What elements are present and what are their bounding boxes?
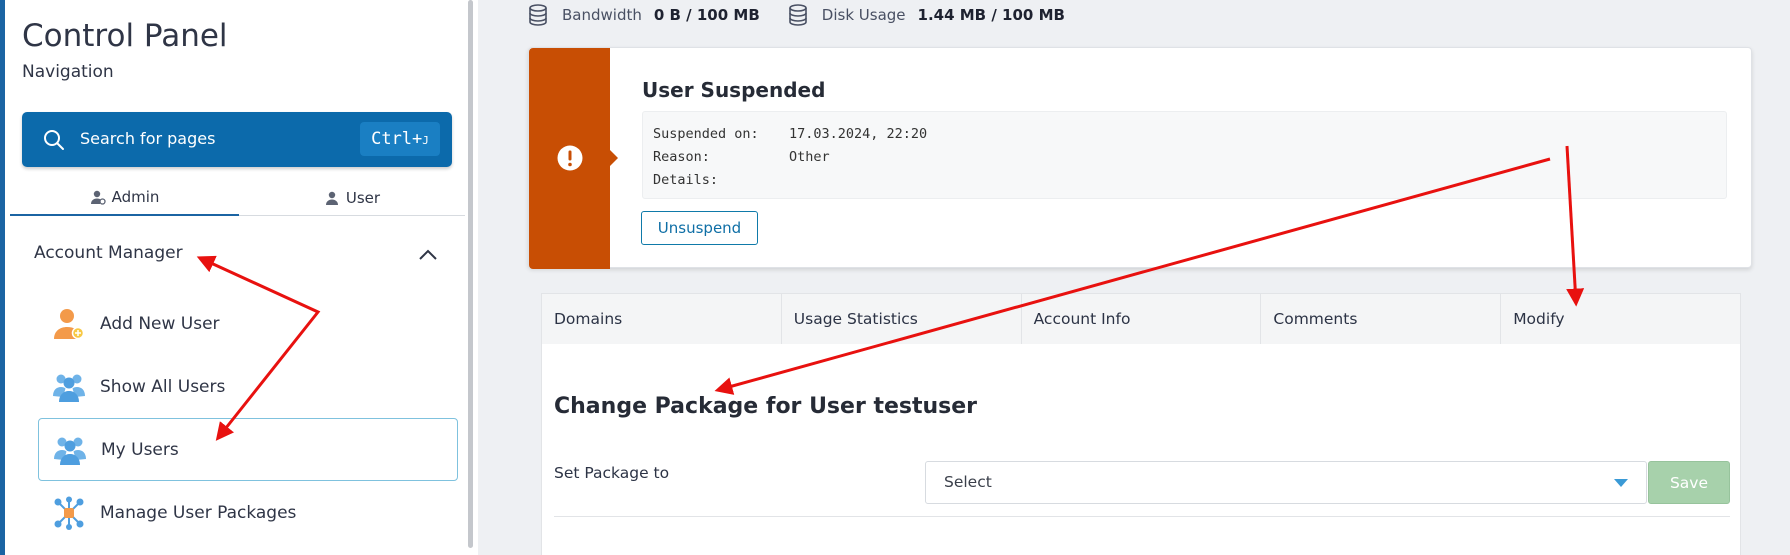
usage-stats-bar: Bandwidth 0 B / 100 MB Disk Usage 1.44 M… (528, 4, 1093, 26)
detail-row: Details: (653, 172, 719, 188)
sidebar: Control Panel Navigation Search for page… (0, 0, 478, 555)
tab-domains[interactable]: Domains (542, 294, 782, 344)
set-package-label: Set Package to (554, 464, 670, 482)
admin-user-icon (90, 190, 106, 205)
app-root: Control Panel Navigation Search for page… (0, 0, 1790, 555)
tab-admin[interactable]: Admin (10, 180, 239, 216)
chevron-up-icon[interactable] (417, 244, 439, 266)
divider (554, 516, 1730, 517)
sidebar-scrollbar[interactable] (468, 0, 473, 548)
bandwidth-label: Bandwidth (562, 6, 642, 24)
tab-admin-label: Admin (111, 188, 160, 206)
sidebar-item-manage-user-packages[interactable]: Manage User Packages (38, 481, 458, 544)
tab-user[interactable]: User (239, 180, 465, 216)
sidebar-subtitle: Navigation (22, 62, 114, 82)
sidebar-item-my-users[interactable]: My Users (38, 418, 458, 481)
sidebar-item-show-all-users[interactable]: Show All Users (38, 355, 458, 418)
tab-account-info[interactable]: Account Info (1022, 294, 1262, 344)
panel-title: Change Package for User testuser (554, 394, 978, 419)
sidebar-item-label: Manage User Packages (100, 502, 297, 523)
detail-row: Reason: Other (653, 149, 830, 165)
add-user-icon (54, 308, 85, 339)
suspended-alert: User Suspended Suspended on: 17.03.2024, … (528, 47, 1752, 269)
sidebar-title: Control Panel (22, 18, 228, 54)
disk-usage-value: 1.44 MB / 100 MB (917, 6, 1065, 24)
packages-network-icon (54, 496, 84, 530)
change-package-panel: Change Package for User testuser Set Pac… (541, 344, 1741, 555)
tab-user-label: User (345, 189, 381, 207)
search-icon (44, 130, 64, 150)
alert-color-bar (529, 48, 618, 269)
database-icon (529, 4, 547, 26)
users-group-icon (53, 374, 85, 402)
detail-row: Suspended on: 17.03.2024, 22:20 (653, 126, 928, 142)
sidebar-item-add-new-user[interactable]: Add New User (38, 292, 458, 355)
alert-pointer (610, 150, 618, 166)
page-tabs: Domains Usage Statistics Account Info Co… (541, 293, 1741, 345)
sidebar-tabs: Admin User (10, 180, 465, 216)
package-select[interactable]: Select (925, 461, 1647, 504)
main-content: Bandwidth 0 B / 100 MB Disk Usage 1.44 M… (478, 0, 1790, 555)
search-label: Search for pages (80, 129, 216, 148)
account-manager-header[interactable]: Account Manager (34, 243, 183, 263)
search-pages-button[interactable]: Search for pages Ctrl+J (22, 112, 452, 167)
unsuspend-button[interactable]: Unsuspend (641, 211, 758, 245)
save-button[interactable]: Save (1648, 461, 1730, 504)
bandwidth-value: 0 B / 100 MB (653, 6, 760, 24)
tab-modify[interactable]: Modify (1501, 294, 1740, 344)
sidebar-item-label: Add New User (100, 313, 220, 334)
caret-down-icon (1614, 479, 1628, 487)
database-icon (788, 4, 807, 26)
users-group-icon (54, 437, 86, 465)
suspension-details: Suspended on: 17.03.2024, 22:20 Reason: Ot… (642, 111, 1727, 199)
exclamation-icon (557, 145, 583, 171)
package-select-value: Select (944, 473, 992, 491)
user-icon (325, 191, 338, 205)
alert-title: User Suspended (642, 78, 826, 102)
tab-comments[interactable]: Comments (1261, 294, 1502, 344)
sidebar-item-label: My Users (101, 439, 179, 460)
sidebar-item-label: Show All Users (100, 376, 226, 397)
search-shortcut: Ctrl+J (360, 122, 440, 156)
tab-usage-statistics[interactable]: Usage Statistics (782, 294, 1022, 344)
disk-usage-label: Disk Usage (821, 6, 906, 24)
